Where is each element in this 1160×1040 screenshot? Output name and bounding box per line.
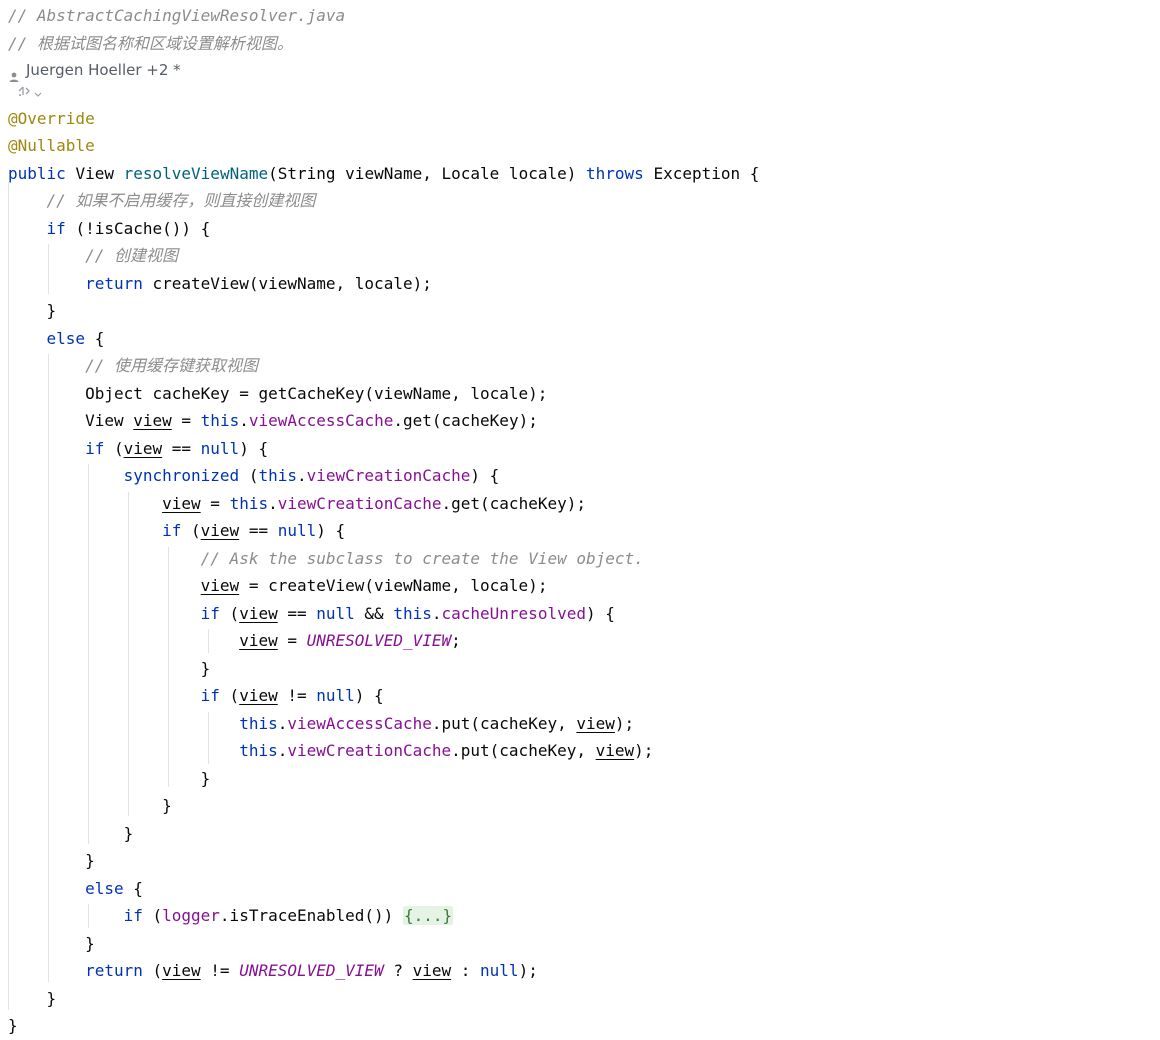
put-creation-cache: this.viewCreationCache.put(cacheKey, vie… — [239, 741, 654, 760]
annotation-nullable: @Nullable — [8, 136, 95, 155]
code-editor[interactable]: // AbstractCachingViewResolver.java // 根… — [8, 2, 1158, 1040]
indent-guide — [128, 492, 129, 816]
person-icon — [8, 65, 20, 82]
annotation-override: @Override — [8, 108, 95, 128]
ai-assist-icon — [16, 84, 32, 105]
put-access-cache: this.viewAccessCache.put(cacheKey, view)… — [239, 713, 635, 733]
indent-guide — [208, 629, 209, 653]
indent-guide — [8, 182, 9, 1010]
if-view-null-inner: if (view == null) { — [162, 521, 346, 540]
return-type: View — [75, 163, 114, 183]
folded-block[interactable]: {...} — [402, 906, 454, 925]
close-else-outer: } — [46, 988, 57, 1008]
if-cache-unresolved: if (view == null && this.cacheUnresolved… — [200, 603, 615, 623]
close-if-view-null-inner: } — [162, 796, 172, 815]
close-else-inner: } — [85, 933, 95, 953]
comment-create: // 创建视图 — [85, 246, 178, 265]
view-get-line: View view = this.viewAccessCache.get(cac… — [85, 411, 538, 430]
comment-no-cache: // 如果不启用缓存，则直接创建视图 — [46, 191, 316, 210]
close-method: } — [8, 1016, 18, 1035]
params: (String viewName, Locale locale) — [268, 163, 577, 183]
close-if-not-cache: } — [46, 301, 57, 320]
kw-public: public — [8, 163, 66, 183]
author-inlay[interactable]: Juergen Hoeller +2 * — [8, 57, 1158, 85]
close-synchronized: } — [123, 823, 134, 843]
indent-guide — [208, 712, 209, 764]
method-signature: public View resolveViewName(String viewN… — [8, 160, 1158, 188]
indent-guide — [88, 464, 89, 844]
if-view-null: if (view == null) { — [85, 438, 269, 458]
view-creation-get: view = this.viewCreationCache.get(cacheK… — [162, 493, 586, 513]
code-vision-hint[interactable] — [8, 85, 1158, 105]
synchronized-line: synchronized (this.viewCreationCache) { — [123, 466, 500, 485]
comment-description: // 根据试图名称和区域设置解析视图。 — [8, 33, 293, 53]
exception-type: Exception { — [653, 163, 760, 183]
close-view-not-null: } — [200, 768, 211, 788]
kw-throws: throws — [586, 163, 644, 183]
indent-guide — [48, 354, 49, 982]
view-create-view: view = createView(viewName, locale); — [200, 576, 548, 595]
close-if-view-null: } — [85, 851, 95, 870]
return-ternary: return (view != UNRESOLVED_VIEW ? view :… — [85, 961, 538, 980]
method-name: resolveViewName — [123, 163, 269, 183]
view-unresolved: view = UNRESOLVED_VIEW; — [239, 631, 461, 650]
comment-file: // AbstractCachingViewResolver.java — [8, 6, 346, 25]
indent-guide — [48, 244, 49, 294]
indent-guide — [168, 547, 169, 787]
return-create-view: return createView(viewName, locale); — [85, 273, 432, 293]
if-logger-trace: if (logger.isTraceEnabled()) {...} — [123, 906, 454, 925]
if-not-cache: if (!isCache()) { — [46, 218, 211, 238]
comment-ask: // Ask the subclass to create the View o… — [200, 548, 644, 568]
else-outer: else { — [46, 328, 105, 348]
cache-key-line: Object cacheKey = getCacheKey(viewName, … — [85, 383, 548, 403]
indent-guide — [88, 904, 89, 928]
else-inner: else { — [85, 878, 143, 898]
author-label: Juergen Hoeller +2 * — [26, 61, 181, 79]
if-view-not-null: if (view != null) { — [200, 686, 384, 705]
close-cache-unresolved: } — [200, 658, 211, 678]
chevron-down-icon — [34, 85, 42, 105]
comment-use-cache: // 使用缓存键获取视图 — [85, 356, 258, 375]
